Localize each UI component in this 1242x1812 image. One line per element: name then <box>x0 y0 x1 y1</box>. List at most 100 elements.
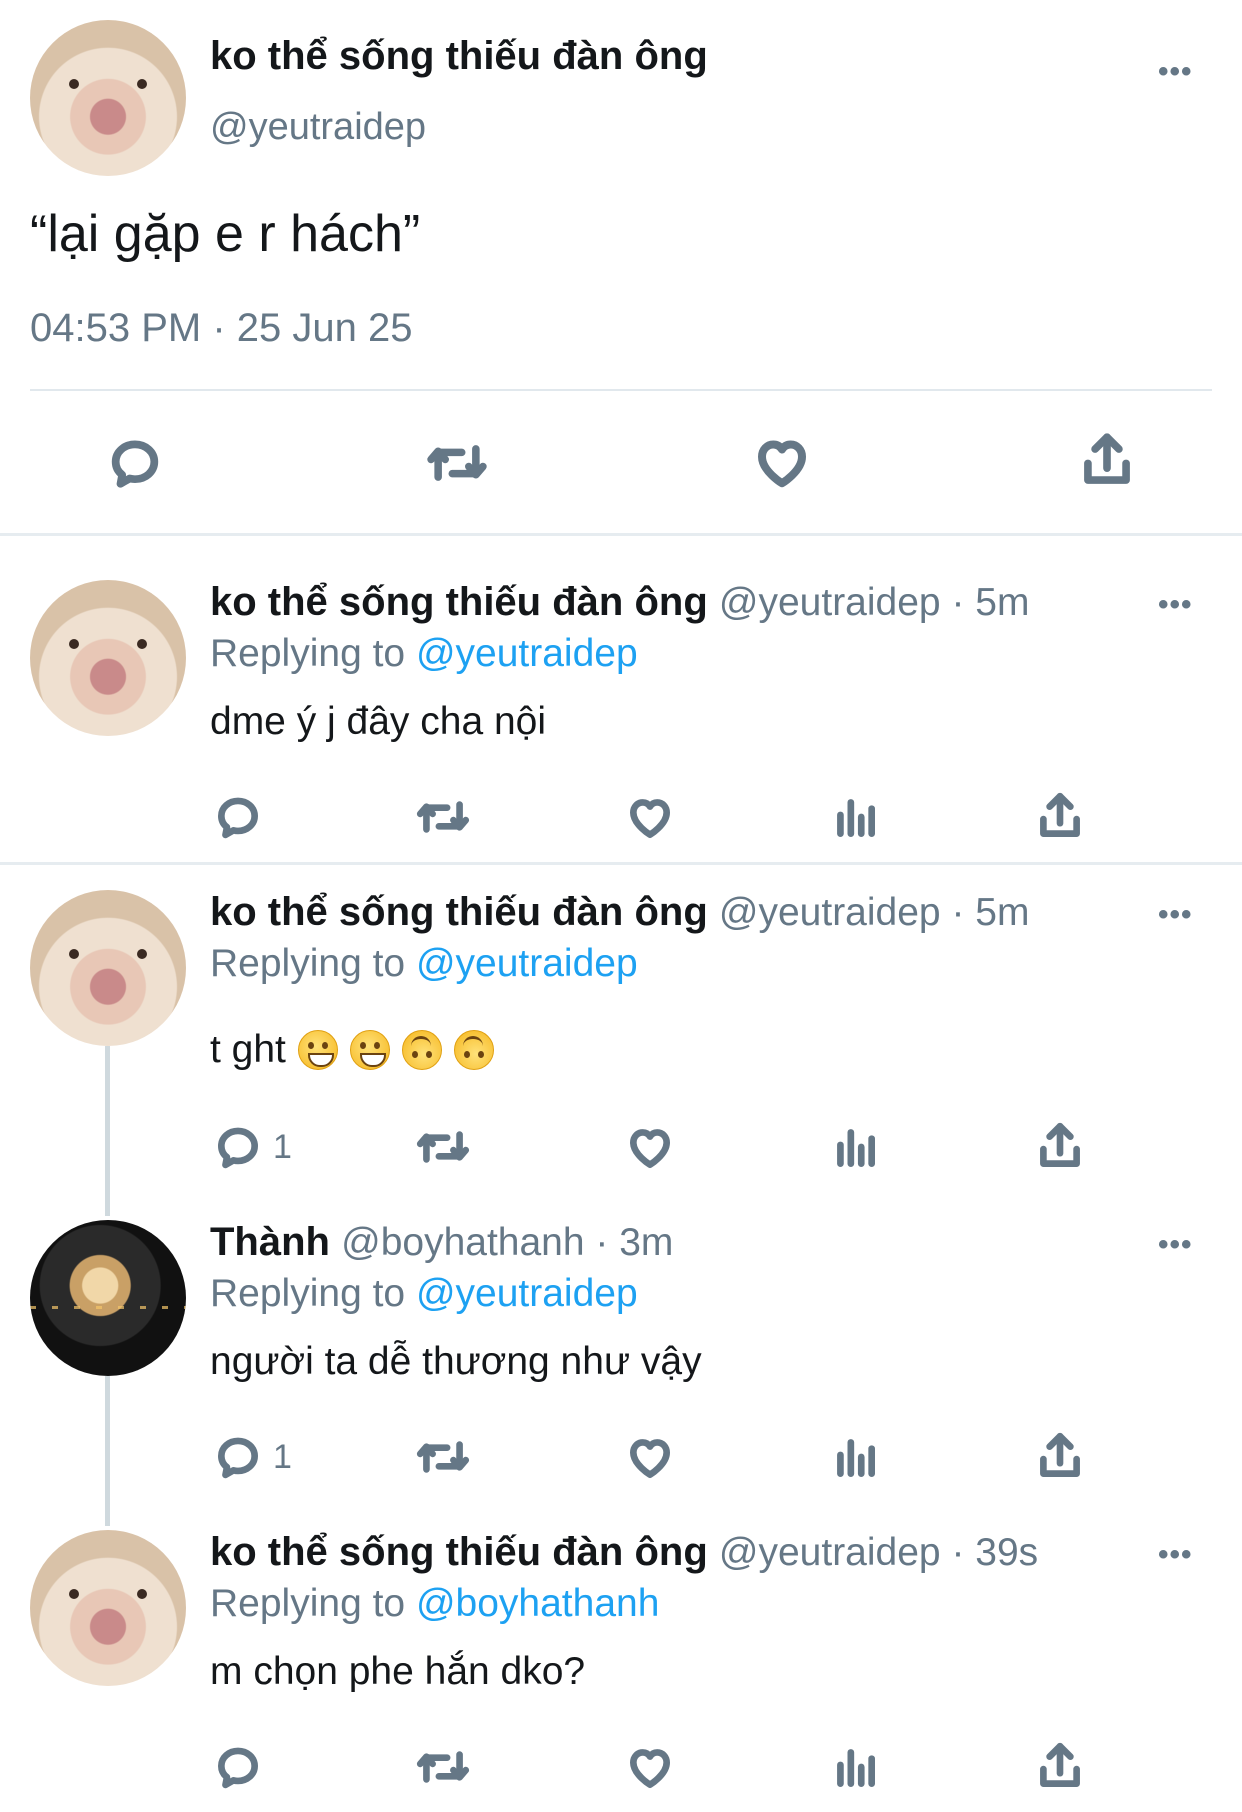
retweet-icon <box>416 1751 470 1783</box>
divider <box>0 862 1242 865</box>
reply-button[interactable]: 1 <box>213 1122 292 1172</box>
like-icon <box>630 799 670 839</box>
reply-count: 1 <box>273 1127 292 1166</box>
like-button[interactable] <box>625 792 675 842</box>
share-button[interactable] <box>1035 1120 1085 1174</box>
share-button[interactable] <box>1035 1740 1085 1794</box>
more-options-icon[interactable]: ••• <box>1158 1538 1193 1572</box>
more-options-icon[interactable]: ••• <box>1158 898 1193 932</box>
replying-prefix: Replying to <box>210 942 416 985</box>
reply-tweet[interactable]: ko thể sống thiếu đàn ông @yeutraidep · … <box>0 580 1242 860</box>
avatar[interactable] <box>30 1220 186 1376</box>
author-name[interactable]: ko thể sống thiếu đàn ông <box>210 580 708 624</box>
reply-header: Thành @boyhathanh · 3m <box>210 1220 673 1265</box>
tweet-text: “lại gặp e r hách” <box>30 205 421 263</box>
reply-actions <box>0 792 1242 848</box>
share-button[interactable] <box>1035 1430 1085 1484</box>
retweet-button[interactable] <box>414 1432 472 1482</box>
author-name[interactable]: ko thể sống thiếu đàn ông <box>210 890 708 934</box>
more-options-icon[interactable]: ••• <box>1158 588 1193 622</box>
replying-to: Replying to @yeutraidep <box>210 1272 638 1316</box>
share-icon <box>1084 433 1130 484</box>
replying-prefix: Replying to <box>210 1272 416 1315</box>
retweet-icon <box>416 801 470 833</box>
replying-to-link[interactable]: @yeutraidep <box>416 942 638 985</box>
reply-button[interactable] <box>213 1742 273 1792</box>
replying-to-link[interactable]: @yeutraidep <box>416 1272 638 1315</box>
share-icon <box>1040 1432 1080 1477</box>
analytics-icon <box>837 1749 875 1787</box>
reply-text-content: t ght <box>210 1028 286 1071</box>
share-icon <box>1040 1742 1080 1787</box>
replying-prefix: Replying to <box>210 1582 416 1625</box>
like-button[interactable] <box>625 1742 675 1792</box>
reply-header: ko thể sống thiếu đàn ông @yeutraidep · … <box>210 890 1029 935</box>
retweet-icon <box>427 445 487 481</box>
retweet-button[interactable] <box>414 792 472 842</box>
upside-down-emoji <box>453 1030 494 1070</box>
reply-icon <box>218 1127 258 1169</box>
reply-tweet[interactable]: ko thể sống thiếu đàn ông @yeutraidep · … <box>0 1530 1242 1812</box>
replying-to-link[interactable]: @yeutraidep <box>416 632 638 675</box>
analytics-icon <box>837 799 875 837</box>
reply-button[interactable]: 1 <box>213 1432 292 1482</box>
grinning-emoji <box>349 1030 390 1070</box>
author-name[interactable]: ko thể sống thiếu đàn ông <box>210 34 708 79</box>
author-meta: @boyhathanh · 3m <box>341 1221 674 1264</box>
share-icon <box>1040 1122 1080 1167</box>
replying-to: Replying to @boyhathanh <box>210 1582 659 1626</box>
author-meta: @yeutraidep · 39s <box>718 1531 1039 1574</box>
reply-icon <box>218 1747 258 1789</box>
reply-count: 1 <box>273 1437 292 1476</box>
like-icon <box>630 1749 670 1789</box>
reply-actions: 1 <box>0 1122 1242 1178</box>
divider <box>30 389 1212 391</box>
avatar[interactable] <box>30 20 186 176</box>
author-meta: @yeutraidep · 5m <box>718 891 1030 934</box>
reply-icon <box>111 440 159 488</box>
retweet-button[interactable] <box>424 434 490 492</box>
reply-icon <box>218 1437 258 1479</box>
reply-text: t ght <box>210 1028 494 1072</box>
avatar[interactable] <box>30 580 186 736</box>
reply-header: ko thể sống thiếu đàn ông @yeutraidep · … <box>210 580 1029 625</box>
analytics-button[interactable] <box>830 1122 880 1172</box>
reply-tweet[interactable]: ko thể sống thiếu đàn ông @yeutraidep · … <box>0 890 1242 1190</box>
replying-to: Replying to @yeutraidep <box>210 632 638 676</box>
reply-text: dme ý j đây cha nội <box>210 700 547 743</box>
share-button[interactable] <box>1035 790 1085 844</box>
share-icon <box>1040 792 1080 837</box>
tweet-timestamp[interactable]: 04:53 PM · 25 Jun 25 <box>30 306 412 351</box>
avatar[interactable] <box>30 890 186 1046</box>
reply-header: ko thể sống thiếu đàn ông @yeutraidep · … <box>210 1530 1038 1575</box>
retweet-button[interactable] <box>414 1122 472 1172</box>
share-button[interactable] <box>1078 430 1136 492</box>
avatar[interactable] <box>30 1530 186 1686</box>
author-name[interactable]: Thành <box>210 1220 330 1264</box>
reply-button[interactable] <box>106 434 164 492</box>
like-icon <box>630 1129 670 1169</box>
author-meta: @yeutraidep · 5m <box>718 581 1030 624</box>
like-button[interactable] <box>625 1122 675 1172</box>
like-button[interactable] <box>752 432 812 492</box>
more-options-icon[interactable]: ••• <box>1158 55 1193 89</box>
main-tweet: ko thể sống thiếu đàn ông @yeutraidep ••… <box>0 0 1242 536</box>
divider <box>0 533 1242 536</box>
author-name[interactable]: ko thể sống thiếu đàn ông <box>210 1530 708 1574</box>
upside-down-emoji <box>401 1030 442 1070</box>
analytics-button[interactable] <box>830 1742 880 1792</box>
analytics-icon <box>837 1439 875 1477</box>
analytics-button[interactable] <box>830 1432 880 1482</box>
like-button[interactable] <box>625 1432 675 1482</box>
analytics-button[interactable] <box>830 792 880 842</box>
reply-actions: 1 <box>0 1432 1242 1488</box>
replying-to: Replying to @yeutraidep <box>210 942 638 986</box>
author-handle[interactable]: @yeutraidep <box>210 106 426 149</box>
reply-tweet[interactable]: Thành @boyhathanh · 3m ••• Replying to @… <box>0 1220 1242 1520</box>
reply-icon <box>218 797 258 839</box>
reply-button[interactable] <box>213 792 273 842</box>
more-options-icon[interactable]: ••• <box>1158 1228 1193 1262</box>
retweet-button[interactable] <box>414 1742 472 1792</box>
replying-to-link[interactable]: @boyhathanh <box>416 1582 659 1625</box>
like-icon <box>758 440 806 488</box>
